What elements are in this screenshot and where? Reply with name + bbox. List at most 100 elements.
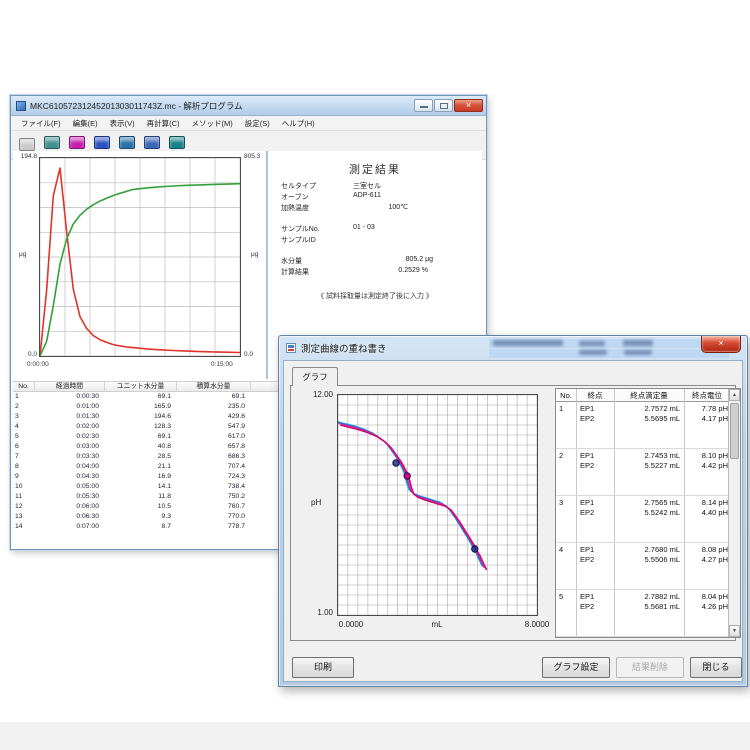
ep-potential: 8.14 pH — [684, 498, 728, 508]
ep-row-no: 1 — [559, 404, 563, 414]
x-axis-start-label: 0:00:00 — [27, 361, 49, 368]
ep-volume: 2.7882 mL — [614, 592, 680, 602]
cell-time: 0:07:00 — [35, 522, 99, 532]
bottom-band — [0, 722, 750, 750]
analysis-titlebar[interactable]: MKC61057231245201303011743Z.mc - 解析プログラム… — [11, 96, 486, 116]
ep-table-row[interactable]: 1EP12.7572 mL7.78 pHEP25.5695 mL4.17 pH — [556, 402, 728, 449]
ep-potential: 4.42 pH — [684, 461, 728, 471]
result-field-value: 0.2529 % — [268, 267, 428, 274]
ph-axis-label: pH — [311, 498, 321, 507]
ep-name: EP1 — [580, 404, 594, 414]
cell-no: 4 — [15, 422, 19, 432]
ep-name: EP1 — [580, 592, 594, 602]
drying-svg — [40, 158, 240, 356]
result-icon — [144, 136, 160, 149]
scroll-up-icon[interactable]: ▲ — [729, 389, 740, 401]
col-header-total[interactable]: 積算水分量 — [177, 382, 251, 392]
cell-total: 69.1 — [177, 392, 245, 402]
cell-time: 0:05:00 — [35, 482, 99, 492]
menu-item-2[interactable]: 編集(E) — [67, 118, 104, 129]
result-field-row: サンプルNo.01 - 03 — [268, 224, 482, 235]
cell-unit: 11.8 — [105, 492, 171, 502]
cell-time: 0:06:00 — [35, 502, 99, 512]
menu-item-7[interactable]: ヘルプ(H) — [276, 118, 321, 129]
cell-no: 14 — [15, 522, 23, 532]
cell-total: 547.9 — [177, 422, 245, 432]
overlay-close-button[interactable]: × — [701, 336, 741, 353]
ep-name: EP2 — [580, 461, 594, 471]
close-button[interactable]: × — [454, 99, 483, 112]
cell-time: 0:04:30 — [35, 472, 99, 482]
cell-unit: 10.5 — [105, 502, 171, 512]
maximize-button[interactable] — [434, 99, 453, 112]
ep-col-endpoint[interactable]: 終点 — [576, 389, 614, 402]
col-header-time[interactable]: 経過時間 — [35, 382, 105, 392]
result-note: 《 試料採取量は測定終了後に入力 》 — [268, 291, 482, 301]
ep-table-row[interactable]: 2EP12.7453 mL8.10 pHEP25.5227 mL4.42 pH — [556, 449, 728, 496]
menu-item-3[interactable]: 表示(V) — [104, 118, 141, 129]
menu-item-1[interactable]: ファイル(F) — [15, 118, 67, 129]
ep-volume: 5.5681 mL — [614, 602, 680, 612]
chart-icon — [19, 138, 35, 151]
cell-time: 0:03:00 — [35, 442, 99, 452]
x-axis-end-label: 8.0000 — [515, 620, 559, 629]
ep-name: EP1 — [580, 498, 594, 508]
ep-col-volume[interactable]: 終点滴定量 — [614, 389, 684, 402]
cell-total: 770.0 — [177, 512, 245, 522]
cell-no: 6 — [15, 442, 19, 452]
titration-curve-5 — [340, 425, 486, 570]
ep-table-row[interactable]: 5EP12.7882 mL8.04 pHEP25.5681 mL4.26 pH — [556, 590, 728, 637]
result-field-row: 加熱温度100℃ — [268, 203, 482, 214]
right-axis-max-label: 805.3 — [244, 153, 260, 160]
ep-volume: 2.7453 mL — [614, 451, 680, 461]
ep-volume: 5.5242 mL — [614, 508, 680, 518]
titration-plot — [337, 394, 538, 616]
cell-no: 2 — [15, 402, 19, 412]
left-axis-min-label: 0.0 — [13, 351, 37, 358]
close-dialog-button[interactable]: 閉じる — [690, 657, 742, 678]
minimize-button[interactable] — [414, 99, 433, 112]
delete-result-button[interactable]: 結果削除 — [616, 657, 684, 678]
overlay-window: 測定曲線の重ね書き × グラフ 12.00 1.00 pH 0.0000 mL … — [278, 335, 748, 687]
result-field-value: 100℃ — [268, 203, 408, 211]
ep-name: EP1 — [580, 451, 594, 461]
graph-tab-page: 12.00 1.00 pH 0.0000 mL 8.0000 No. 終点 終点… — [290, 385, 736, 641]
result-field-row: セルタイプ三室セル — [268, 181, 482, 192]
glass-blur-artifact — [489, 349, 729, 358]
desktop: MKC61057231245201303011743Z.mc - 解析プログラム… — [0, 0, 750, 750]
glass-blur-artifact — [493, 340, 563, 346]
cell-total: 686.3 — [177, 452, 245, 462]
ep-volume: 2.7572 mL — [614, 404, 680, 414]
cell-total: 617.0 — [177, 432, 245, 442]
tab-graph[interactable]: グラフ — [292, 367, 338, 386]
ep-name: EP2 — [580, 555, 594, 565]
ep-scrollbar[interactable]: ▲ ▼ — [728, 389, 740, 637]
ep-potential: 8.04 pH — [684, 592, 728, 602]
y-axis-max-label: 12.00 — [299, 390, 333, 399]
ep-table-row[interactable]: 4EP12.7680 mL8.08 pHEP25.5506 mL4.27 pH — [556, 543, 728, 590]
maximize-icon — [440, 103, 448, 109]
ep-table: No. 終点 終点滴定量 終点電位 1EP12.7572 mL7.78 pHEP… — [555, 388, 741, 638]
col-header-no[interactable]: No. — [13, 382, 35, 392]
print-button[interactable]: 印刷 — [292, 657, 354, 678]
cell-total: 707.4 — [177, 462, 245, 472]
ep-col-no[interactable]: No. — [556, 389, 576, 402]
menu-item-5[interactable]: メソッド(M) — [186, 118, 239, 129]
scroll-down-icon[interactable]: ▼ — [729, 625, 740, 637]
col-header-unit[interactable]: ユニット水分量 — [105, 382, 177, 392]
minimize-icon — [420, 106, 428, 108]
scroll-thumb[interactable] — [730, 403, 739, 459]
menu-item-6[interactable]: 設定(S) — [239, 118, 276, 129]
cell-no: 10 — [15, 482, 23, 492]
ep-col-potential[interactable]: 終点電位 — [684, 389, 730, 402]
result-title: 測定結果 — [268, 161, 482, 177]
cell-unit: 194.6 — [105, 412, 171, 422]
cell-icon — [94, 136, 110, 149]
ep-table-row[interactable]: 3EP12.7565 mL8.14 pHEP25.5242 mL4.40 pH — [556, 496, 728, 543]
menu-item-4[interactable]: 再計算(C) — [141, 118, 186, 129]
remeasure-icon — [119, 136, 135, 149]
cell-unit: 14.1 — [105, 482, 171, 492]
graph-settings-button[interactable]: グラフ設定 — [542, 657, 610, 678]
cell-time: 0:06:30 — [35, 512, 99, 522]
titration-curve-4 — [339, 424, 485, 569]
